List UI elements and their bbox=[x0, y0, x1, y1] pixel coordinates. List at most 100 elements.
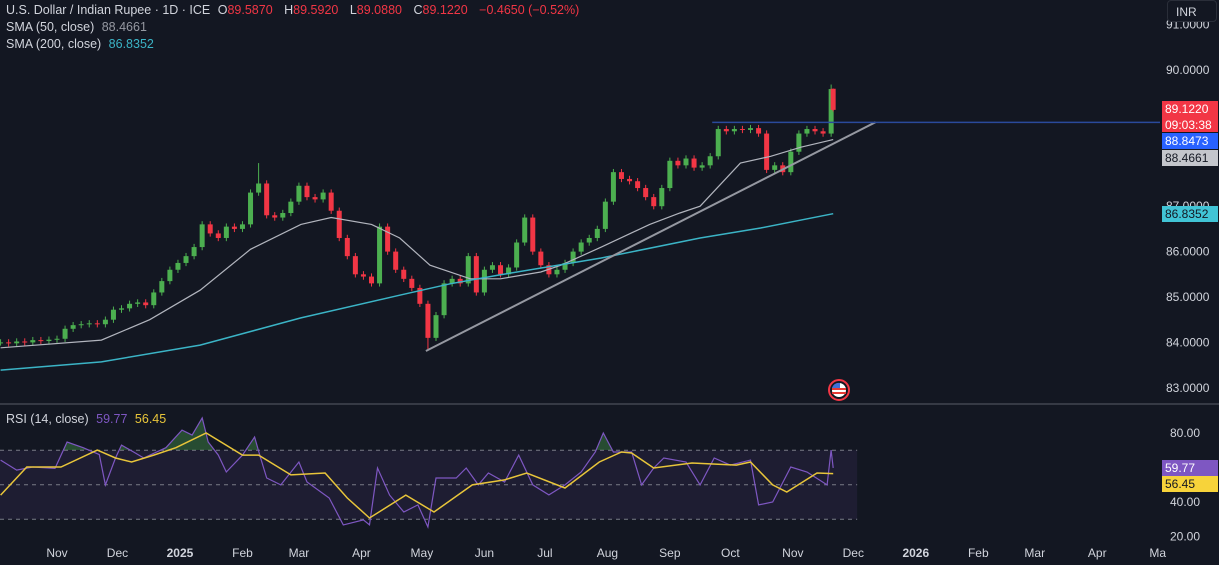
candle[interactable] bbox=[296, 182, 302, 205]
candle[interactable] bbox=[699, 162, 705, 171]
candle[interactable] bbox=[280, 209, 286, 221]
candle[interactable] bbox=[207, 221, 213, 237]
candle[interactable] bbox=[320, 189, 326, 203]
candle[interactable] bbox=[86, 320, 92, 328]
candle[interactable] bbox=[127, 300, 133, 312]
candle[interactable] bbox=[22, 338, 28, 346]
us-flag-icon[interactable] bbox=[828, 379, 850, 401]
candle[interactable] bbox=[433, 311, 439, 342]
candle[interactable] bbox=[643, 184, 649, 201]
candle[interactable] bbox=[651, 193, 657, 210]
candle[interactable] bbox=[183, 252, 189, 267]
candle[interactable] bbox=[707, 153, 713, 169]
candle[interactable] bbox=[328, 189, 334, 214]
candle[interactable] bbox=[715, 125, 721, 160]
candle[interactable] bbox=[748, 124, 754, 134]
candle[interactable] bbox=[199, 221, 205, 251]
candle[interactable] bbox=[739, 125, 745, 134]
candle[interactable] bbox=[610, 168, 616, 205]
candle[interactable] bbox=[94, 320, 100, 328]
candle[interactable] bbox=[239, 221, 245, 233]
sma50-line[interactable] bbox=[0, 139, 834, 349]
trendline[interactable] bbox=[425, 121, 876, 352]
candle[interactable] bbox=[143, 299, 149, 309]
candle[interactable] bbox=[514, 239, 520, 271]
candle[interactable] bbox=[417, 284, 423, 307]
candle[interactable] bbox=[70, 321, 76, 332]
candle[interactable] bbox=[368, 273, 374, 287]
candle[interactable] bbox=[489, 262, 495, 273]
candle[interactable] bbox=[377, 223, 383, 287]
candle[interactable] bbox=[288, 198, 294, 217]
sma200-legend[interactable]: SMA (200, close) 86.8352 bbox=[6, 37, 158, 51]
candle[interactable] bbox=[119, 305, 125, 313]
candle[interactable] bbox=[812, 125, 818, 135]
candle[interactable] bbox=[191, 243, 197, 260]
candle[interactable] bbox=[683, 155, 689, 169]
candle[interactable] bbox=[38, 336, 44, 345]
candle[interactable] bbox=[772, 162, 778, 174]
candle[interactable] bbox=[804, 125, 810, 137]
candle[interactable] bbox=[14, 338, 20, 347]
candle[interactable] bbox=[30, 336, 36, 346]
candle[interactable] bbox=[110, 306, 116, 323]
candle[interactable] bbox=[562, 259, 568, 273]
currency-button[interactable]: INR bbox=[1167, 0, 1217, 22]
price-pane[interactable] bbox=[0, 84, 1160, 371]
candle[interactable] bbox=[830, 88, 836, 112]
candle[interactable] bbox=[796, 130, 802, 155]
candle[interactable] bbox=[691, 155, 697, 171]
candle[interactable] bbox=[223, 223, 229, 242]
candle[interactable] bbox=[473, 252, 479, 296]
candle[interactable] bbox=[449, 275, 455, 287]
candle[interactable] bbox=[385, 223, 391, 255]
candle[interactable] bbox=[264, 180, 270, 219]
candle[interactable] bbox=[578, 239, 584, 255]
candle[interactable] bbox=[62, 325, 68, 342]
candle[interactable] bbox=[248, 189, 254, 228]
candle[interactable] bbox=[401, 266, 407, 283]
rsi-pane[interactable] bbox=[0, 416, 858, 530]
candle[interactable] bbox=[764, 130, 770, 174]
candle[interactable] bbox=[731, 125, 737, 135]
candle[interactable] bbox=[425, 300, 431, 350]
candle[interactable] bbox=[393, 248, 399, 273]
candle[interactable] bbox=[78, 321, 84, 329]
candle[interactable] bbox=[481, 266, 487, 296]
candle[interactable] bbox=[820, 128, 826, 137]
candle[interactable] bbox=[627, 175, 633, 185]
candle[interactable] bbox=[215, 230, 221, 242]
candle[interactable] bbox=[538, 248, 544, 269]
candle[interactable] bbox=[409, 275, 415, 292]
candle[interactable] bbox=[304, 182, 310, 201]
candle[interactable] bbox=[167, 266, 173, 285]
candle[interactable] bbox=[54, 335, 60, 343]
candle[interactable] bbox=[312, 193, 318, 203]
candle[interactable] bbox=[756, 124, 762, 137]
sma50-legend[interactable]: SMA (50, close) 88.4661 bbox=[6, 20, 151, 34]
candle[interactable] bbox=[231, 223, 237, 233]
rsi-legend[interactable]: RSI (14, close) 59.77 56.45 bbox=[6, 412, 170, 426]
candle[interactable] bbox=[102, 316, 108, 328]
candle[interactable] bbox=[530, 214, 536, 255]
sma200-line[interactable] bbox=[0, 212, 834, 371]
time-axis[interactable]: Nov Dec 2025 Feb Mar Apr May Jun Jul Aug Sep Oct Nov… bbox=[46, 546, 1166, 560]
candle[interactable] bbox=[506, 264, 512, 278]
symbol-legend[interactable]: U.S. Dollar / Indian Rupee · 1D · ICE O8… bbox=[6, 3, 583, 17]
candle[interactable] bbox=[788, 148, 794, 176]
candle[interactable] bbox=[659, 184, 665, 210]
candle[interactable] bbox=[723, 125, 729, 135]
candle[interactable] bbox=[6, 339, 12, 347]
candle[interactable] bbox=[46, 336, 52, 345]
candle[interactable] bbox=[594, 225, 600, 242]
candle[interactable] bbox=[618, 168, 624, 183]
candle[interactable] bbox=[602, 198, 608, 233]
candle[interactable] bbox=[667, 157, 673, 192]
candle[interactable] bbox=[135, 299, 141, 307]
candle[interactable] bbox=[256, 163, 262, 196]
candle[interactable] bbox=[272, 212, 278, 221]
candle[interactable] bbox=[175, 259, 181, 273]
candle[interactable] bbox=[159, 277, 165, 296]
candle[interactable] bbox=[586, 234, 592, 246]
candle[interactable] bbox=[635, 178, 641, 192]
